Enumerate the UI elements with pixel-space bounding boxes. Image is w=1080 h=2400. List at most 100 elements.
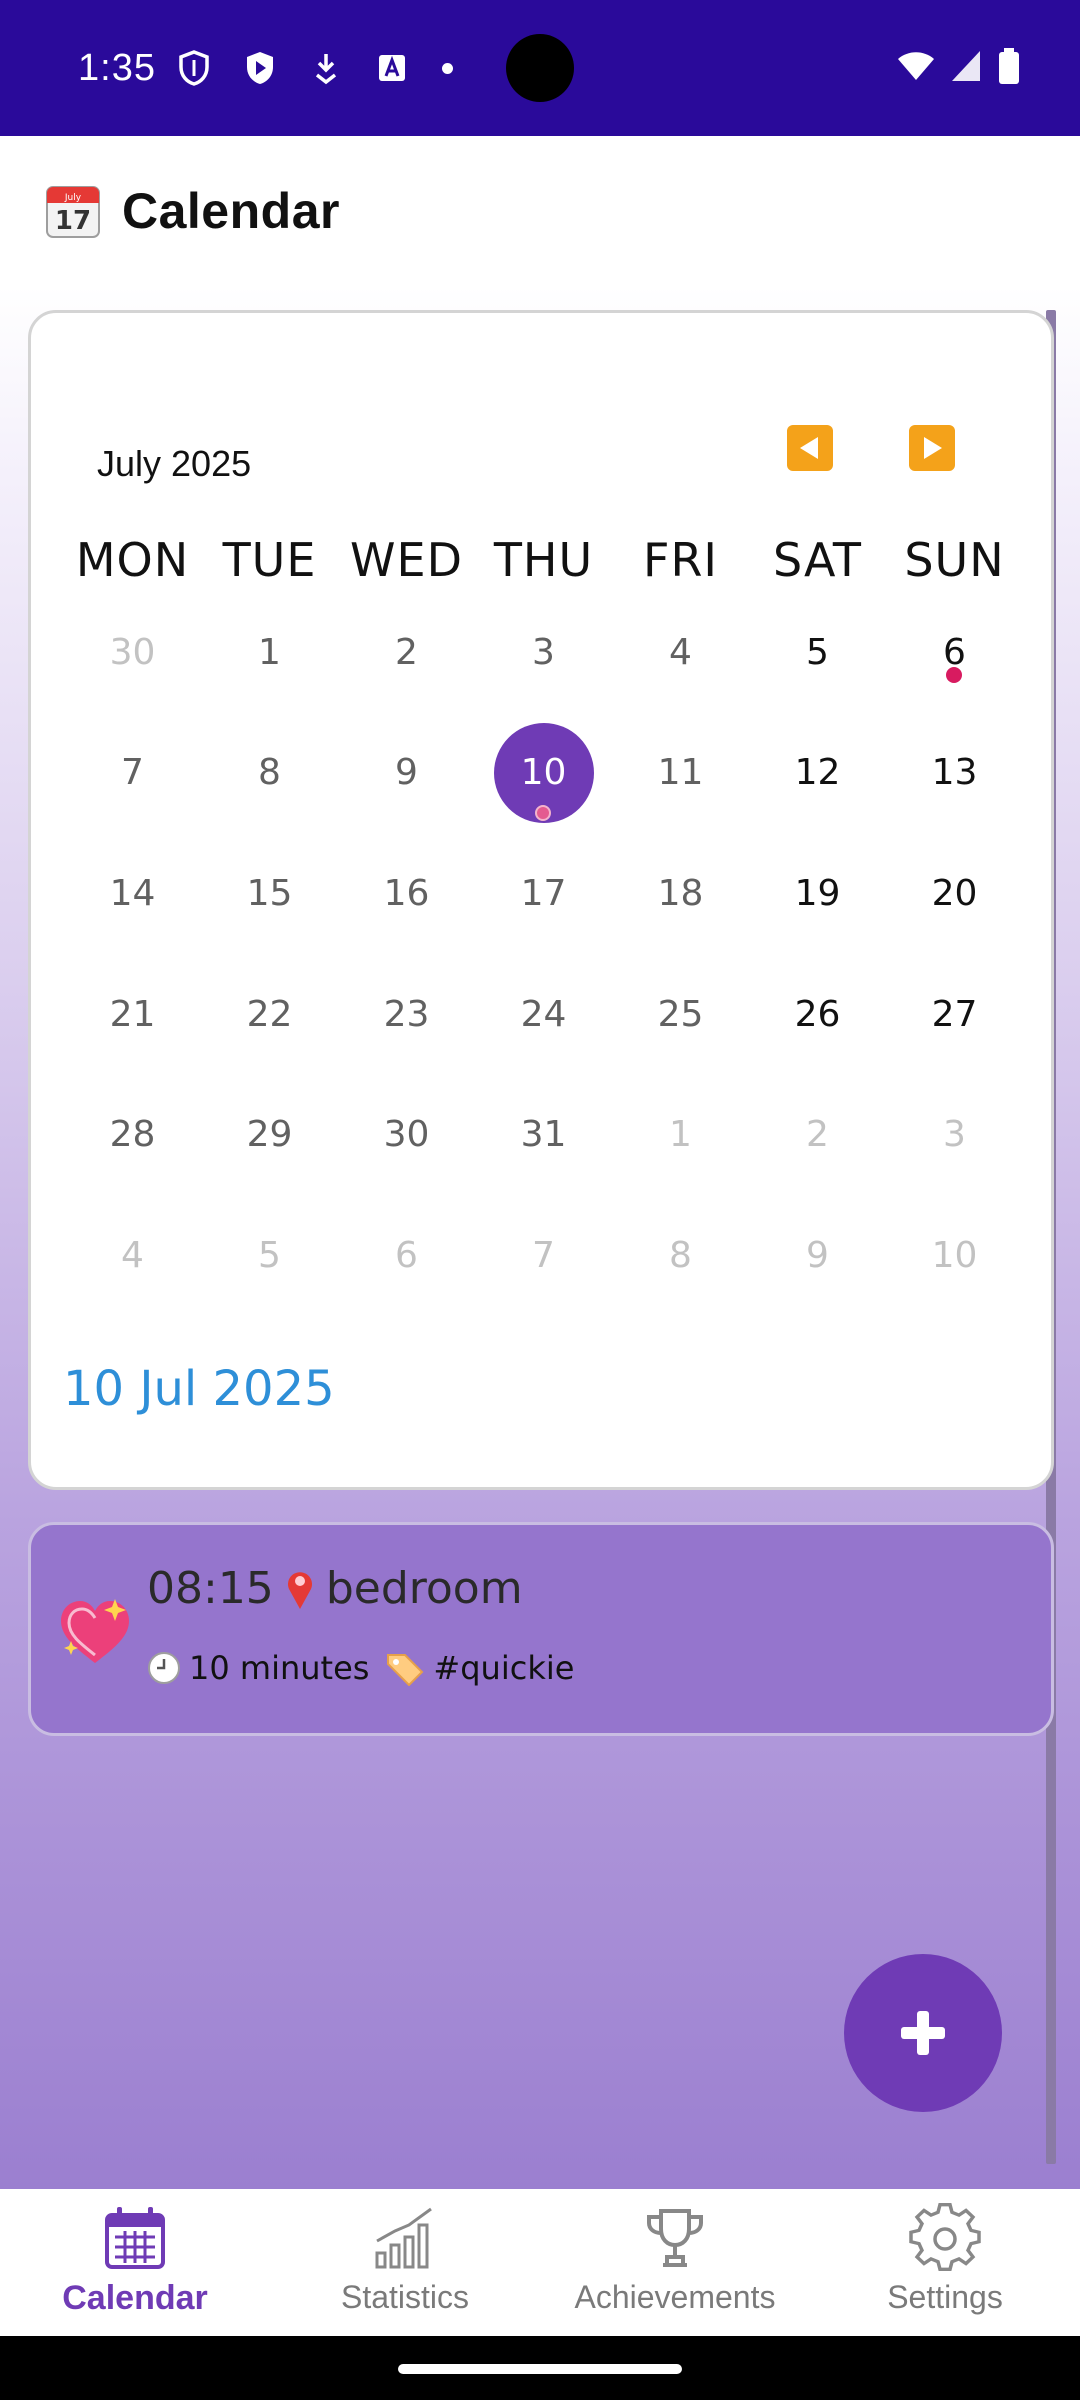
day-number: 16 (383, 873, 430, 914)
day-number: 13 (931, 752, 978, 793)
calendar-day[interactable]: 2 (749, 1085, 886, 1185)
calendar-17-icon: July 17 (46, 186, 100, 238)
calendar-day[interactable]: 28 (64, 1085, 201, 1185)
entry-duration: 10 minutes (189, 1649, 370, 1687)
calendar-day[interactable]: 10 (886, 1206, 1023, 1306)
day-number: 1 (258, 632, 281, 673)
calendar-day[interactable]: 26 (749, 965, 886, 1065)
nav-item-calendar[interactable]: Calendar (0, 2189, 270, 2336)
day-number: 29 (246, 1114, 293, 1155)
calendar-day[interactable]: 3 (886, 1085, 1023, 1185)
calendar-day[interactable]: 18 (612, 844, 749, 944)
calendar-day[interactable]: 16 (338, 844, 475, 944)
day-number: 18 (657, 873, 704, 914)
calendar-day[interactable]: 1 (201, 603, 338, 703)
calendar-day[interactable]: 15 (201, 844, 338, 944)
play-shield-icon (244, 51, 276, 85)
camera-cutout (506, 34, 574, 102)
next-month-button[interactable] (909, 425, 955, 471)
entry-card[interactable]: 08:15 bedroom 10 minutes #quickie (28, 1522, 1054, 1736)
previous-month-button[interactable] (787, 425, 833, 471)
day-number: 19 (794, 873, 841, 914)
calendar-day[interactable]: 7 (475, 1206, 612, 1306)
calendar-day[interactable]: 8 (612, 1206, 749, 1306)
more-notifications-dot (441, 62, 453, 74)
shield-icon (178, 50, 210, 86)
calendar-day[interactable]: 22 (201, 965, 338, 1065)
day-number: 1 (669, 1114, 692, 1155)
calendar-day[interactable]: 21 (64, 965, 201, 1065)
calendar-day[interactable]: 9 (338, 723, 475, 823)
calendar-day[interactable]: 6 (338, 1206, 475, 1306)
calendar-day[interactable]: 5 (749, 603, 886, 703)
clock-icon (148, 1652, 180, 1684)
calendar-day[interactable]: 25 (612, 965, 749, 1065)
entry-tag: #quickie (433, 1649, 575, 1687)
day-number: 2 (395, 632, 418, 673)
calendar-day[interactable]: 8 (201, 723, 338, 823)
entry-title: 08:15 bedroom (147, 1563, 523, 1614)
calendar-day[interactable]: 23 (338, 965, 475, 1065)
day-number: 15 (246, 873, 293, 914)
calendar-day[interactable]: 13 (886, 723, 1023, 823)
calendar-day[interactable]: 4 (64, 1206, 201, 1306)
event-dot (535, 805, 551, 821)
calendar-day[interactable]: 5 (201, 1206, 338, 1306)
calendar-day[interactable]: 20 (886, 844, 1023, 944)
day-number: 23 (383, 994, 430, 1035)
nav-item-settings[interactable]: Settings (810, 2189, 1080, 2336)
nav-item-achievements[interactable]: Achievements (540, 2189, 810, 2336)
calendar-day[interactable]: 9 (749, 1206, 886, 1306)
day-number: 14 (109, 873, 156, 914)
calendar-day[interactable]: 17 (475, 844, 612, 944)
weekday-label: MON (75, 533, 190, 587)
trophy-icon (647, 2209, 703, 2267)
calendar-day[interactable]: 12 (749, 723, 886, 823)
day-number: 7 (532, 1235, 555, 1276)
calendar-day[interactable]: 30 (64, 603, 201, 703)
entry-time: 08:15 (147, 1563, 274, 1614)
calendar-day[interactable]: 6 (886, 603, 1023, 703)
calendar-day[interactable]: 29 (201, 1085, 338, 1185)
status-time: 1:35 (78, 46, 156, 89)
day-number: 22 (246, 994, 293, 1035)
plus-icon (901, 2011, 945, 2055)
day-number: 4 (121, 1235, 144, 1276)
battery-icon (998, 48, 1020, 88)
calendar-day[interactable]: 1 (612, 1085, 749, 1185)
day-number: 9 (806, 1235, 829, 1276)
day-number: 21 (109, 994, 156, 1035)
calendar-day[interactable]: 4 (612, 603, 749, 703)
calendar-day[interactable]: 2 (338, 603, 475, 703)
calendar-day[interactable]: 27 (886, 965, 1023, 1065)
calendar-day[interactable]: 30 (338, 1085, 475, 1185)
day-number: 8 (669, 1235, 692, 1276)
calendar-day[interactable]: 31 (475, 1085, 612, 1185)
day-number: 10 (931, 1235, 978, 1276)
pin-icon (287, 1571, 312, 1609)
day-number: 24 (520, 994, 567, 1035)
calendar-icon (105, 2207, 165, 2269)
triangle-right-icon (924, 437, 942, 459)
calendar-day[interactable]: 3 (475, 603, 612, 703)
weekday-label: WED (350, 533, 463, 587)
entry-meta: 10 minutes #quickie (147, 1649, 574, 1687)
download-icon (310, 51, 342, 85)
calendar-day[interactable]: 14 (64, 844, 201, 944)
add-entry-button[interactable] (844, 1954, 1002, 2112)
calendar-day[interactable]: 10 (475, 723, 612, 823)
calendar-day[interactable]: 11 (612, 723, 749, 823)
nav-label-statistics: Statistics (340, 2279, 470, 2315)
svg-text:July: July (64, 193, 82, 203)
calendar-day[interactable]: 24 (475, 965, 612, 1065)
home-gesture-handle[interactable] (398, 2364, 682, 2374)
day-number: 9 (395, 752, 418, 793)
calendar-day[interactable]: 19 (749, 844, 886, 944)
nav-item-statistics[interactable]: Statistics (270, 2189, 540, 2336)
nav-label-achievements: Achievements (574, 2279, 776, 2315)
calendar-day[interactable]: 7 (64, 723, 201, 823)
day-number: 4 (669, 632, 692, 673)
content-area[interactable]: July 2025 MON TUE WED THU FRI SAT SUN 30… (0, 286, 1080, 2189)
nav-label-calendar: Calendar (62, 2279, 208, 2317)
gesture-bar (0, 2336, 1080, 2400)
